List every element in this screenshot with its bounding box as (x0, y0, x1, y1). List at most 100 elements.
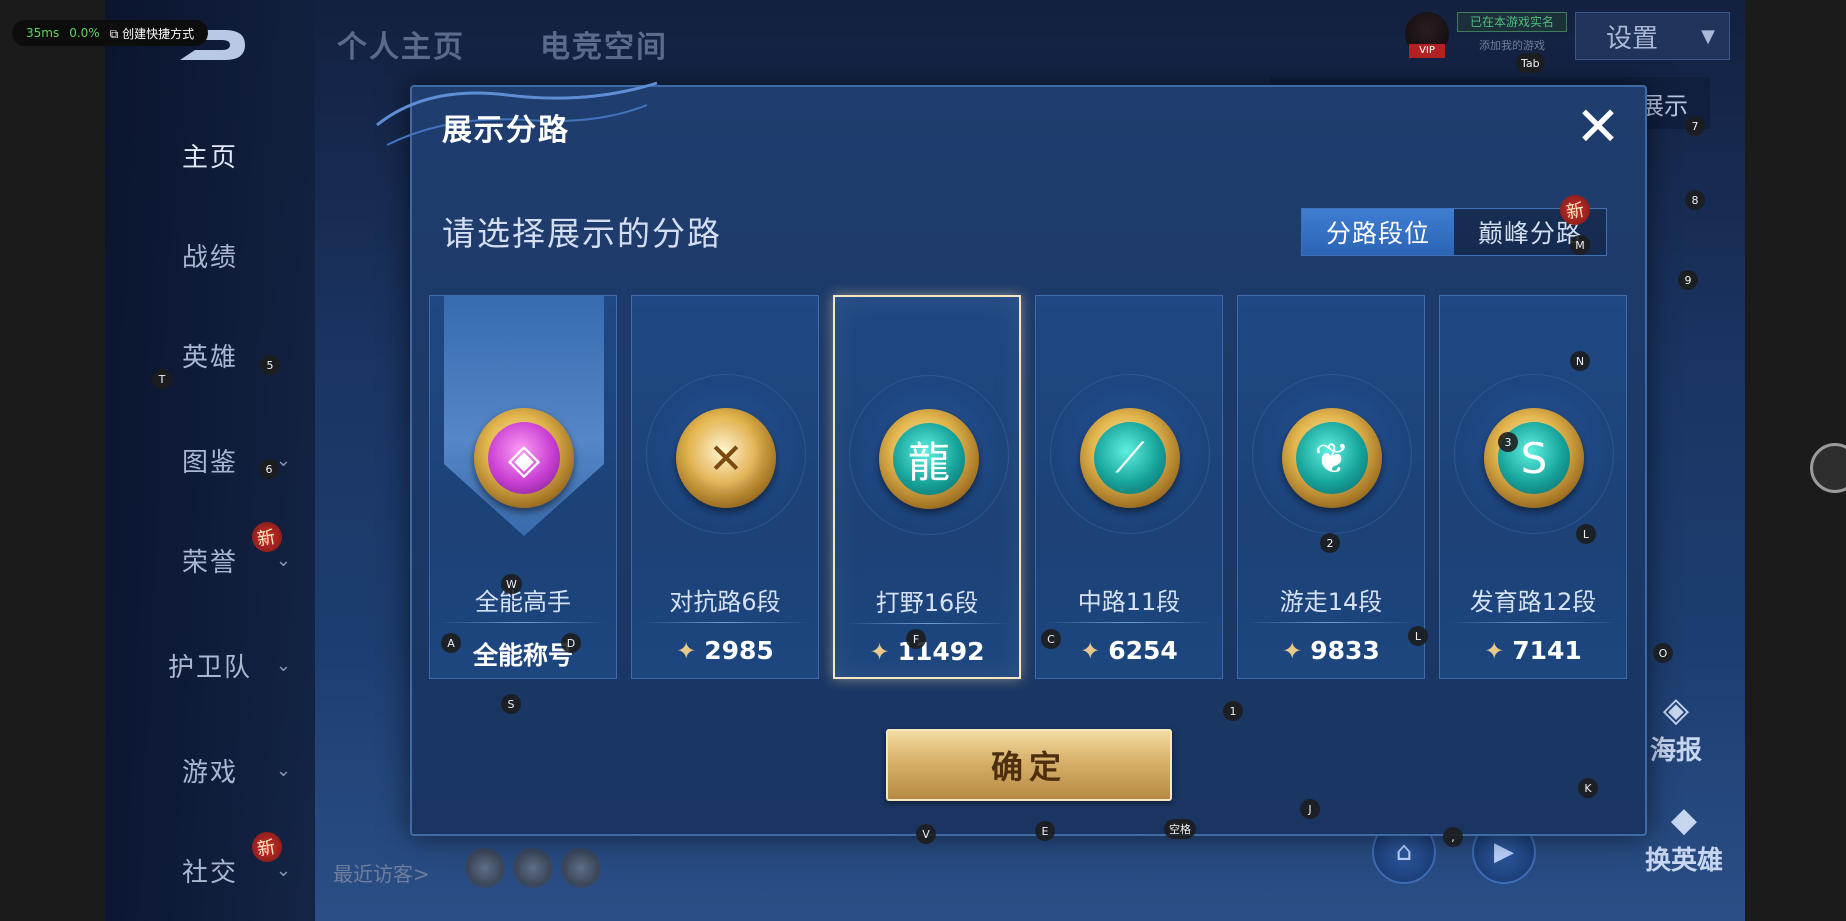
lane-glyph-icon: ⟋ (1094, 422, 1166, 494)
lane-score: ✦ 7141 (1440, 636, 1626, 665)
divider (1046, 622, 1212, 623)
switch-hero-icon: ◆ (1670, 800, 1698, 840)
sidebar-item[interactable]: 社交 ⌄ 新 (105, 829, 315, 900)
visitor-avatar[interactable] (465, 848, 505, 888)
switch-hero-button[interactable]: ◆ 换英雄 (1645, 800, 1723, 877)
poster-button[interactable]: ◈ 海报 (1650, 690, 1702, 767)
sidebar-item-label: 社交 (181, 857, 238, 888)
rank-emblem-icon: ⟋ (1080, 408, 1180, 508)
top-tabs: 个人主页 电竞空间 (337, 22, 668, 66)
sidebar: 主页 战绩 英雄 图鉴 ⌄ 荣誉 ⌄ 新护卫队 ⌄ 游戏 ⌄ 社交 ⌄ 新 (105, 0, 315, 921)
key-hint-badge: A (441, 633, 461, 653)
key-hint-badge: W (501, 574, 522, 594)
score-icon: ✦ (1484, 636, 1505, 665)
key-hint-badge: 8 (1685, 190, 1705, 210)
lane-score: ✦ 6254 (1036, 636, 1222, 665)
key-hint-badge: L (1408, 626, 1428, 646)
lane-name: 全能高手 (475, 588, 571, 616)
perf-overlay: 35ms 0.0% ⧉ 创建快捷方式 (12, 20, 209, 46)
key-hint-badge: N (1570, 351, 1590, 371)
lane-glyph-icon: ✕ (690, 422, 762, 494)
divider (642, 622, 808, 623)
lane-card[interactable]: ❦ 游走14段 ✦ 9833 (1237, 295, 1425, 679)
sidebar-item-label: 英雄 (181, 342, 238, 373)
key-hint-badge: C (1041, 629, 1061, 649)
latency-value: 35ms (26, 26, 60, 40)
lane-name: 中路11段 (1077, 588, 1181, 616)
sidebar-item-label: 游戏 (181, 757, 238, 788)
score-value: 2985 (704, 636, 774, 665)
score-value: 6254 (1108, 636, 1178, 665)
poster-icon: ◈ (1662, 690, 1690, 730)
key-hint-badge: 3 (1498, 432, 1518, 452)
lane-card[interactable]: ◈ 全能高手 全能称号 (429, 295, 617, 679)
lane-card-list: ◈ 全能高手 全能称号 ✕ 对抗路6段 ✦ 2985 龍打野16段 ✦ 11492 ⟋ 中路11段 ✦ 6… (429, 295, 1629, 679)
cpu-value: 0.0% (69, 26, 100, 40)
vip-tag: VIP (1409, 44, 1445, 58)
sidebar-item[interactable]: 游戏 ⌄ (105, 740, 315, 800)
key-hint-badge: Tab (1516, 53, 1545, 73)
game-screen: 主页 战绩 英雄 图鉴 ⌄ 荣誉 ⌄ 新护卫队 ⌄ 游戏 ⌄ 社交 ⌄ 新 个人主页 电竞空间 VIP 已… (105, 0, 1745, 921)
key-hint-badge: 空格 (1164, 819, 1196, 839)
key-hint-badge: T (152, 369, 172, 389)
score-icon: ✦ (869, 637, 890, 666)
sidebar-item[interactable]: 英雄 (105, 325, 315, 385)
key-hint-badge: 9 (1678, 270, 1698, 290)
sidebar-item-label: 战绩 (181, 242, 238, 273)
sidebar-item[interactable]: 图鉴 ⌄ (105, 430, 315, 490)
close-icon: ✕ (1575, 95, 1621, 158)
settings-label: 设置 (1606, 23, 1659, 54)
sidebar-item[interactable]: 战绩 (105, 225, 315, 285)
key-hint-badge: S (501, 694, 521, 714)
rank-emblem-icon: ✕ (676, 408, 776, 508)
modal-subtitle: 请选择展示的分路 (442, 214, 722, 253)
settings-button[interactable]: 设置 ▼ (1575, 12, 1730, 60)
tab-personal-home[interactable]: 个人主页 (337, 22, 465, 66)
key-hint-badge: V (916, 824, 936, 844)
lane-score: ✦ 11492 (835, 637, 1019, 666)
score-value: 7141 (1512, 636, 1582, 665)
shortcut-link[interactable]: ⧉ 创建快捷方式 (110, 25, 194, 42)
edge-float-button[interactable] (1810, 443, 1846, 493)
confirm-button[interactable]: 确定 (886, 729, 1172, 801)
key-hint-badge: K (1578, 778, 1598, 798)
score-value: 9833 (1310, 636, 1380, 665)
lane-card[interactable]: ✕ 对抗路6段 ✦ 2985 (631, 295, 819, 679)
key-hint-badge: D (561, 633, 581, 653)
sidebar-item[interactable]: 主页 (105, 125, 315, 185)
lane-name: 打野16段 (875, 589, 979, 617)
key-hint-badge: M (1570, 235, 1590, 255)
chevron-down-icon: ▼ (1701, 25, 1715, 47)
score-value: 全能称号 (472, 641, 573, 670)
close-button[interactable]: ✕ (1572, 100, 1624, 154)
sidebar-item[interactable]: 护卫队 ⌄ (105, 635, 315, 695)
lane-card[interactable]: S 发育路12段 ✦ 7141 (1439, 295, 1627, 679)
key-hint-badge: 1 (1223, 701, 1243, 721)
key-hint-badge: J (1300, 799, 1320, 819)
sidebar-item[interactable]: 荣誉 ⌄ 新 (105, 519, 315, 590)
lane-name: 对抗路6段 (669, 588, 781, 616)
segment-lane-rank[interactable]: 分路段位 (1302, 209, 1454, 255)
visitor-avatar[interactable] (561, 848, 601, 888)
rank-emblem-icon: 龍 (879, 409, 979, 509)
recent-visitors-link[interactable]: 最近访客> (333, 858, 430, 887)
key-hint-badge: E (1035, 821, 1055, 841)
lane-card[interactable]: ⟋ 中路11段 ✦ 6254 (1035, 295, 1223, 679)
switch-hero-label: 换英雄 (1645, 846, 1724, 876)
chevron-down-icon: ⌄ (275, 859, 293, 881)
shortcut-label: 创建快捷方式 (122, 26, 195, 41)
lane-name: 发育路12段 (1469, 588, 1597, 616)
realname-badge: 已在本游戏实名 (1457, 12, 1567, 32)
lane-card[interactable]: 龍打野16段 ✦ 11492 (833, 295, 1021, 679)
modal-title: 展示分路 (442, 113, 570, 148)
key-hint-badge: L (1576, 524, 1596, 544)
tab-esports-space[interactable]: 电竞空间 (540, 22, 668, 66)
lane-score: ✦ 2985 (632, 636, 818, 665)
lane-glyph-icon: 龍 (893, 423, 965, 495)
key-hint-badge: , (1443, 827, 1463, 847)
score-icon: ✦ (676, 636, 697, 665)
lane-name: 游走14段 (1279, 588, 1383, 616)
sidebar-item-label: 主页 (181, 142, 238, 173)
visitor-avatar[interactable] (513, 848, 553, 888)
divider (1450, 622, 1616, 623)
